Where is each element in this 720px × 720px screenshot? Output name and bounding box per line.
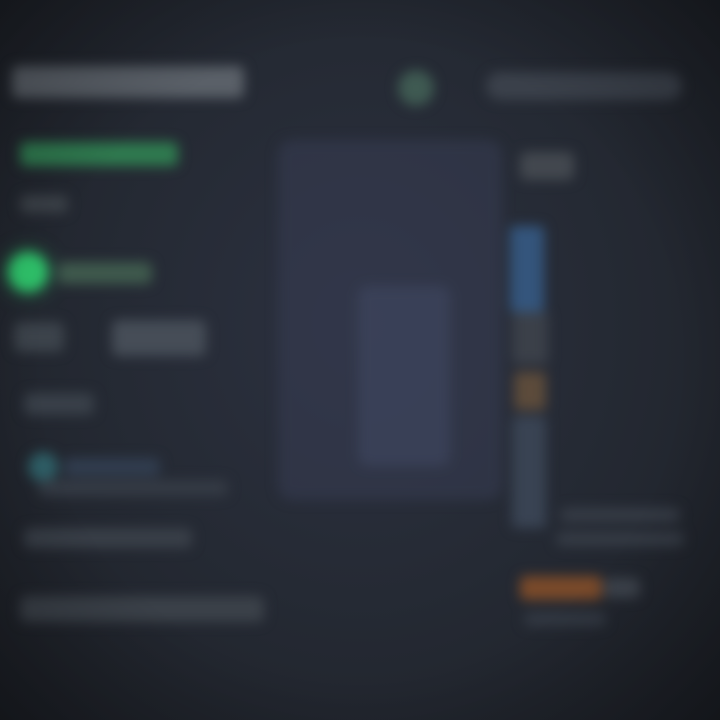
text-placeholder [24,393,94,415]
text-placeholder [556,532,684,546]
field-label-placeholder [14,322,64,352]
field-value-placeholder[interactable] [112,320,206,356]
link-placeholder[interactable] [64,458,160,476]
text-placeholder [560,508,680,522]
status-dot-icon [8,252,48,292]
header-search-placeholder[interactable] [486,72,682,100]
text-placeholder [524,612,606,626]
footer-text-placeholder [20,596,264,622]
section-heading-placeholder [20,142,178,166]
right-heading-placeholder [520,152,574,180]
status-label-placeholder [58,262,152,284]
center-content-placeholder [358,286,450,466]
logo-icon[interactable] [398,70,434,106]
blurred-app-window [0,0,720,720]
app-title-placeholder [12,66,244,98]
list-item[interactable] [512,312,548,364]
list-item-highlight[interactable] [510,226,544,312]
list-item[interactable] [512,416,546,528]
text-placeholder [20,195,68,213]
info-dot-icon [28,452,58,482]
text-placeholder [604,578,640,598]
action-button-placeholder[interactable] [520,576,602,600]
list-item-marker[interactable] [514,372,546,410]
description-placeholder [38,480,228,496]
text-placeholder [24,528,192,548]
